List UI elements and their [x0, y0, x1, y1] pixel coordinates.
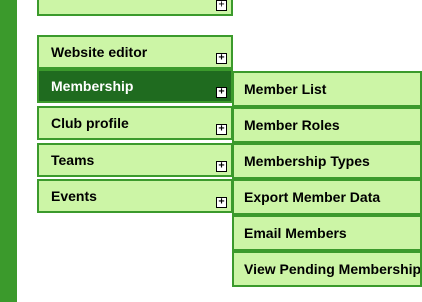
submenu-item-email-members[interactable]: Email Members — [232, 215, 422, 251]
menu-item-teams[interactable]: Teams + — [37, 143, 233, 177]
menu-item-label: Membership — [51, 78, 134, 94]
submenu-item-member-roles[interactable]: Member Roles — [232, 107, 422, 143]
menu-item-website-editor[interactable]: Website editor + — [37, 35, 233, 69]
submenu-item-label: Membership Types — [244, 153, 370, 169]
menu-item-label: Club profile — [51, 115, 129, 131]
menu-item-membership[interactable]: Membership + — [37, 69, 233, 103]
submenu-item-member-list[interactable]: Member List — [232, 71, 422, 107]
menu-item-events[interactable]: Events + — [37, 179, 233, 213]
expand-icon[interactable]: + — [216, 161, 227, 172]
menu-item-partial-top[interactable]: + — [37, 0, 233, 16]
submenu-item-export-member-data[interactable]: Export Member Data — [232, 179, 422, 215]
submenu-item-membership-types[interactable]: Membership Types — [232, 143, 422, 179]
submenu-item-view-pending-memberships[interactable]: View Pending Memberships — [232, 251, 422, 287]
left-accent-bar — [0, 0, 17, 302]
menu-item-club-profile[interactable]: Club profile + — [37, 106, 233, 140]
submenu-item-label: Email Members — [244, 225, 347, 241]
submenu-item-label: Export Member Data — [244, 189, 381, 205]
expand-icon[interactable]: + — [216, 124, 227, 135]
expand-icon[interactable]: + — [216, 0, 227, 11]
menu-item-label: Teams — [51, 152, 95, 168]
menu-item-label: Website editor — [51, 44, 148, 60]
menu-item-label: Events — [51, 188, 97, 204]
submenu-item-label: View Pending Memberships — [244, 261, 422, 277]
expand-icon[interactable]: + — [216, 53, 227, 64]
expand-icon[interactable]: + — [216, 87, 227, 98]
submenu-item-label: Member List — [244, 81, 327, 97]
submenu-item-label: Member Roles — [244, 117, 340, 133]
expand-icon[interactable]: + — [216, 197, 227, 208]
